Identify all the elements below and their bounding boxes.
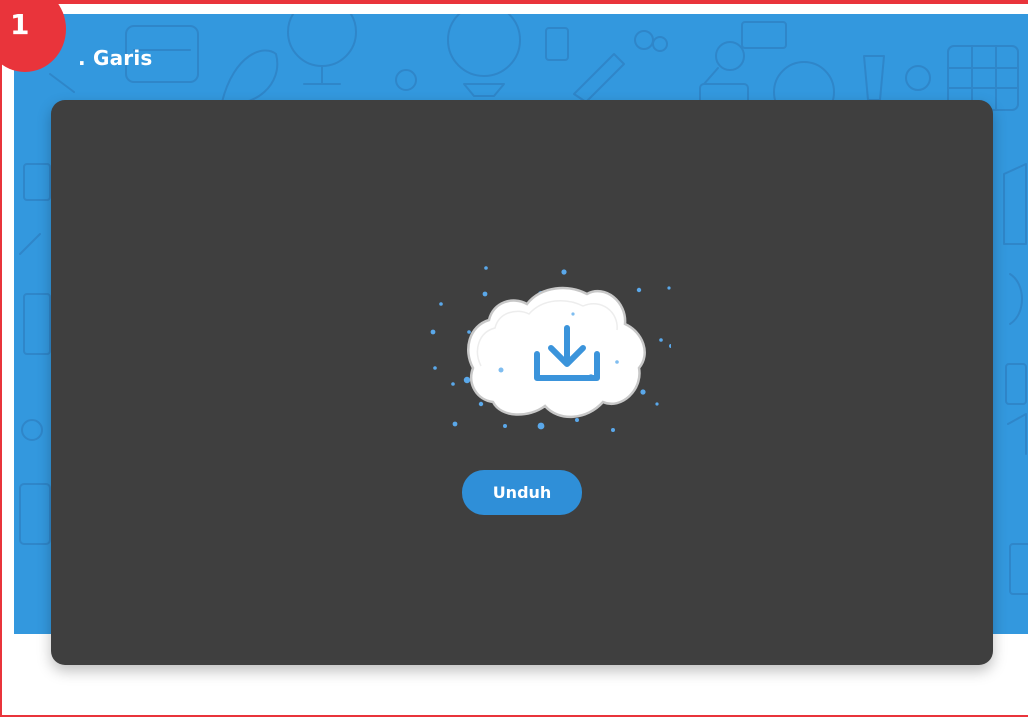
- page-title: . Garis: [78, 46, 153, 70]
- download-card: Unduh: [51, 100, 993, 665]
- cloud-download-icon: [430, 266, 671, 432]
- page-frame: . Garis 1 Unduh: [0, 0, 1028, 717]
- download-button[interactable]: Unduh: [462, 470, 582, 515]
